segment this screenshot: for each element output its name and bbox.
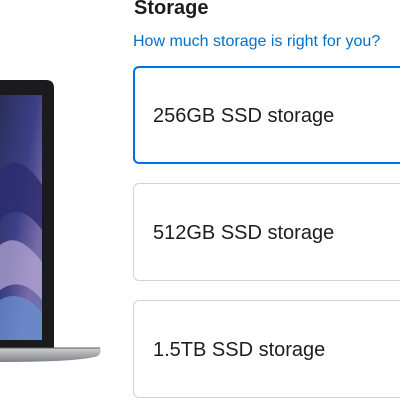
laptop-image [0,0,110,400]
storage-option-1-5tb[interactable]: 1.5TB SSD storage [133,300,400,398]
storage-config-page: Storage How much storage is right for yo… [0,0,400,400]
storage-heading: Storage [134,0,209,19]
storage-option-label: 512GB SSD storage [153,222,335,244]
storage-option-label: 1.5TB SSD storage [153,339,326,361]
storage-help-link[interactable]: How much storage is right for you? [133,33,380,51]
storage-option-512gb[interactable]: 512GB SSD storage [133,183,400,281]
storage-option-256gb[interactable]: 256GB SSD storage [133,66,400,164]
storage-option-label: 256GB SSD storage [153,105,335,127]
